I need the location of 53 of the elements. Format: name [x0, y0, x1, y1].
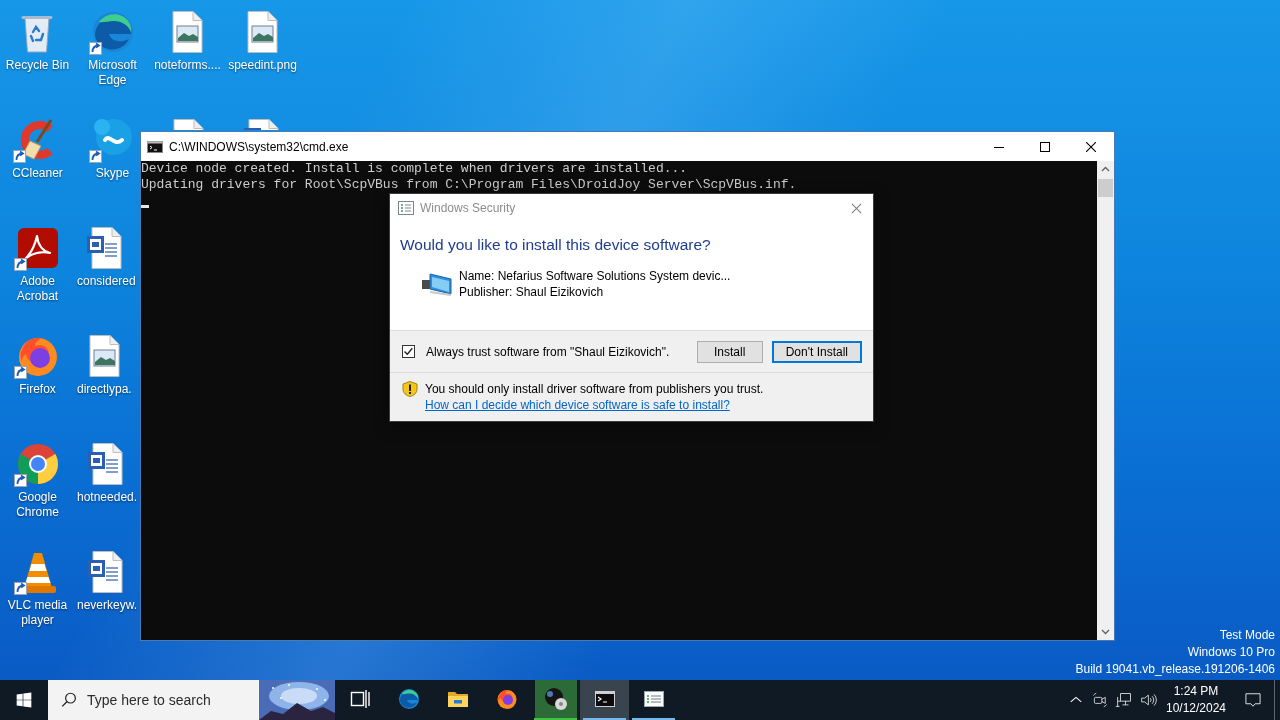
vertical-scrollbar[interactable]	[1097, 161, 1114, 640]
desktop-item[interactable]: Microsoft Edge	[76, 8, 149, 88]
edge-browser-icon	[396, 687, 421, 711]
dialog-title: Windows Security	[420, 201, 516, 215]
close-icon	[850, 202, 862, 214]
window-title: C:\WINDOWS\system32\cmd.exe	[169, 139, 349, 154]
desktop-item[interactable]: Firefox	[13, 332, 62, 397]
device-name-text: Name: Nefarius Software Solutions System devic...	[459, 268, 731, 284]
checkbox-label: Always trust software from "Shaul Eizikovich".	[426, 344, 670, 359]
network-icon[interactable]	[1115, 691, 1133, 709]
help-link[interactable]: How can I decide which device software is safe to install?	[425, 398, 730, 412]
notification-icon[interactable]	[1243, 690, 1263, 710]
checklist-window-icon	[398, 201, 414, 215]
video-camera-icon[interactable]	[1091, 691, 1109, 709]
checkbox[interactable]	[402, 345, 415, 358]
taskbar-button[interactable]	[531, 680, 580, 720]
system-watermark-text: Build 19041.vb_release.191206-1406	[1075, 661, 1275, 678]
desktop-item[interactable]: VLC media player	[1, 548, 74, 628]
console-line: Device node created. Install is complete when drivers are installed...	[141, 161, 689, 177]
desktop-item[interactable]: Recycle Bin	[5, 8, 70, 73]
button[interactable]: Install	[696, 340, 763, 363]
maximize-icon	[1040, 141, 1050, 152]
desktop-item[interactable]: considered	[77, 224, 136, 289]
system-watermark-text: Windows 10 Pro	[1187, 644, 1275, 661]
desktop-item[interactable]: neverkeyw.	[77, 548, 138, 613]
desktop-item[interactable]: hotneeded.	[77, 440, 138, 505]
default-button[interactable]: Don't Install	[771, 340, 862, 363]
clock-date[interactable]: 10/12/2024	[1165, 700, 1227, 717]
clock-time[interactable]: 1:24 PM	[1173, 683, 1219, 700]
search-field[interactable]: Type here to search	[87, 690, 259, 710]
desktop-item[interactable]: noteforms....	[154, 8, 221, 73]
warning-shield-icon	[402, 381, 418, 397]
volume-icon[interactable]	[1139, 691, 1157, 709]
search-box[interactable]: Type here to search	[48, 680, 335, 720]
desktop-item[interactable]: Google Chrome	[1, 440, 74, 520]
desktop-item[interactable]: Skype	[88, 116, 137, 181]
console-line: Updating drivers for Root\ScpVBus from C:\Program Files\DroidJoy Server\ScpVBus.inf.	[141, 177, 798, 193]
disc-device-icon	[534, 680, 577, 718]
desktop-item[interactable]: CCleaner	[12, 116, 63, 181]
dialog-heading: Would you like to install this device software?	[400, 235, 712, 255]
taskbar-button[interactable]	[580, 680, 629, 720]
scrollbar-thumb[interactable]	[1098, 179, 1113, 197]
desktop-item[interactable]: speedint.png	[228, 8, 297, 73]
close-icon	[1086, 141, 1096, 152]
system-watermark-text: Test Mode	[1219, 627, 1275, 644]
publisher-text: Publisher: Shaul Eizikovich	[459, 284, 605, 300]
windows-logo-icon	[16, 692, 32, 708]
search-icon	[60, 691, 78, 709]
desktop-item[interactable]: Adobe Acrobat	[1, 224, 74, 304]
usb-device-icon	[421, 271, 453, 297]
command-prompt-icon	[147, 139, 163, 154]
desktop-item[interactable]: directlypa.	[77, 332, 132, 397]
warning-text: You should only install driver software from publishers you trust. How can I decide which device software is safe to install?	[425, 381, 765, 413]
